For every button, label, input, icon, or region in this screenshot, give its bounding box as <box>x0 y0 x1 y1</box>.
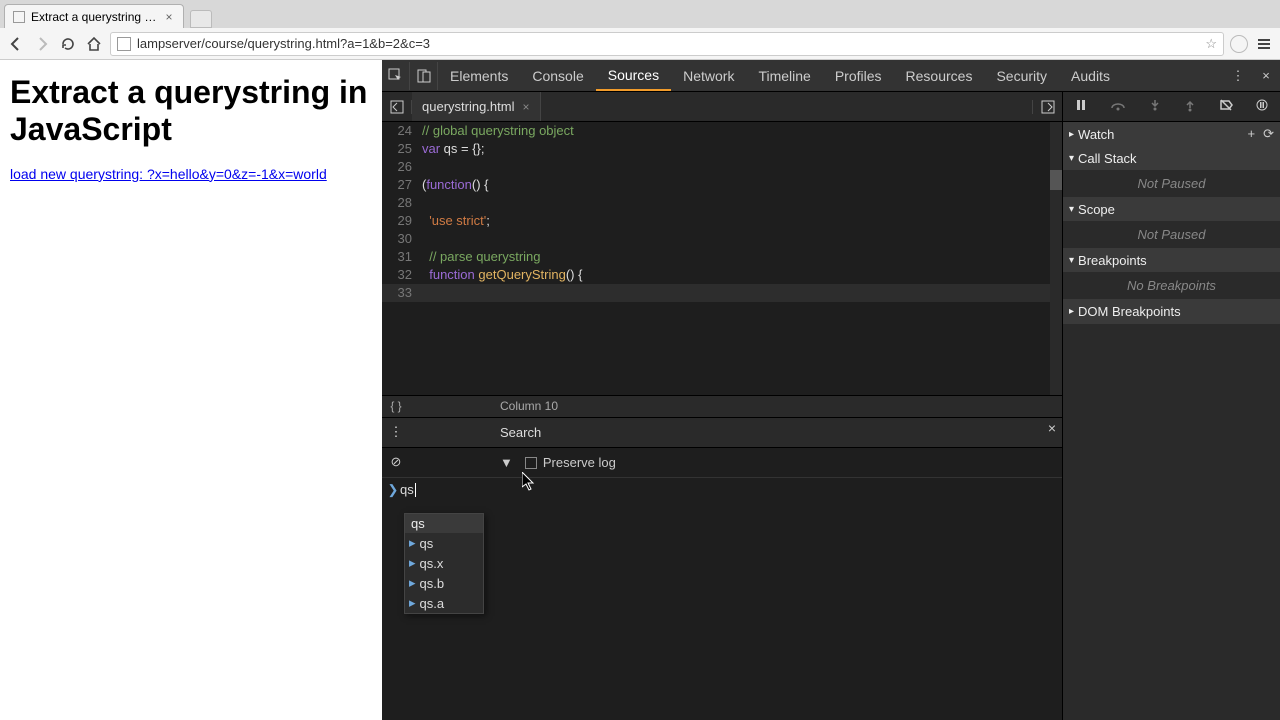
pretty-print-icon[interactable]: { } <box>382 399 410 413</box>
tab-network[interactable]: Network <box>671 60 746 91</box>
autocomplete-head: qs <box>405 514 483 533</box>
step-out-icon[interactable] <box>1183 98 1197 115</box>
tab-title: Extract a querystring in Ja <box>31 10 157 24</box>
source-file-tab[interactable]: querystring.html × <box>412 92 541 121</box>
search-close-icon[interactable]: × <box>1048 420 1056 436</box>
step-over-icon[interactable] <box>1110 98 1126 115</box>
devtools-menu-icon[interactable]: ⋮ <box>1224 68 1252 84</box>
scope-section-header[interactable]: ▾Scope <box>1063 198 1280 221</box>
filter-toggle-icon[interactable]: ▼ <box>410 455 525 470</box>
browser-toolbar: lampserver/course/querystring.html?a=1&b… <box>0 28 1280 60</box>
deactivate-breakpoints-icon[interactable] <box>1219 98 1233 115</box>
sources-pane: querystring.html × 24// global querystri… <box>382 92 1062 720</box>
tab-elements[interactable]: Elements <box>438 60 520 91</box>
navigator-toggle-icon[interactable] <box>382 100 412 114</box>
autocomplete-item[interactable]: ▸qs.x <box>405 553 483 573</box>
watch-section-header[interactable]: ▸Watch +⟳ <box>1063 122 1280 146</box>
favicon-icon <box>13 11 25 23</box>
autocomplete-item[interactable]: ▸qs <box>405 533 483 553</box>
breakpoints-section-header[interactable]: ▾Breakpoints <box>1063 249 1280 272</box>
devtools-header: Elements Console Sources Network Timelin… <box>382 60 1280 92</box>
tab-console[interactable]: Console <box>520 60 595 91</box>
menu-button[interactable] <box>1254 34 1274 54</box>
preserve-log-checkbox[interactable]: Preserve log <box>525 455 616 470</box>
browser-tab-strip: Extract a querystring in Ja × <box>0 0 1280 28</box>
callstack-body: Not Paused <box>1063 170 1280 197</box>
debugger-controls <box>1063 92 1280 122</box>
new-tab-button[interactable] <box>190 10 212 28</box>
dom-breakpoints-section-header[interactable]: ▸DOM Breakpoints <box>1063 300 1280 323</box>
tab-timeline[interactable]: Timeline <box>746 60 822 91</box>
page-link[interactable]: load new querystring: ?x=hello&y=0&z=-1&… <box>10 166 327 182</box>
back-button[interactable] <box>6 34 26 54</box>
refresh-watch-icon[interactable]: ⟳ <box>1263 126 1274 142</box>
debugger-toggle-icon[interactable] <box>1032 100 1062 114</box>
inspect-element-icon[interactable] <box>382 62 410 90</box>
console-input-text: qs <box>400 482 414 497</box>
console-drawer: ⊘ ▼ Preserve log ❯ qs <box>382 447 1062 720</box>
tab-sources[interactable]: Sources <box>596 60 671 91</box>
callstack-section-header[interactable]: ▾Call Stack <box>1063 147 1280 170</box>
autocomplete-popup[interactable]: qs ▸qs ▸qs.x ▸qs.b ▸qs.a <box>404 513 484 614</box>
source-file-name: querystring.html <box>422 99 514 114</box>
address-bar[interactable]: lampserver/course/querystring.html?a=1&b… <box>110 32 1224 56</box>
sources-tabbar: querystring.html × <box>382 92 1062 122</box>
cursor-column: Column 10 <box>410 399 558 413</box>
close-file-icon[interactable]: × <box>522 100 529 114</box>
clear-console-icon[interactable]: ⊘ <box>382 454 410 470</box>
autocomplete-item[interactable]: ▸qs.b <box>405 573 483 593</box>
devtools-close-icon[interactable]: × <box>1252 68 1280 83</box>
prompt-chevron-icon: ❯ <box>386 482 400 498</box>
tab-close-icon[interactable]: × <box>163 11 175 23</box>
reload-button[interactable] <box>58 34 78 54</box>
tab-security[interactable]: Security <box>984 60 1059 91</box>
devtools-panel: Elements Console Sources Network Timelin… <box>382 60 1280 720</box>
tab-resources[interactable]: Resources <box>894 60 985 91</box>
tab-profiles[interactable]: Profiles <box>823 60 894 91</box>
breakpoints-body: No Breakpoints <box>1063 272 1280 299</box>
forward-button[interactable] <box>32 34 52 54</box>
console-drawer-bar: ⊘ ▼ Preserve log <box>382 448 1062 478</box>
page-icon <box>117 37 131 51</box>
code-scrollbar[interactable] <box>1050 122 1062 395</box>
debugger-sidebar: ▸Watch +⟳ ▾Call Stack Not Paused ▾Scope … <box>1062 92 1280 720</box>
devtools-tabs: Elements Console Sources Network Timelin… <box>438 60 1224 91</box>
step-into-icon[interactable] <box>1148 98 1162 115</box>
editor-status-bar: { } Column 10 <box>382 395 1062 417</box>
device-mode-icon[interactable] <box>410 62 438 90</box>
home-button[interactable] <box>84 34 104 54</box>
browser-tab[interactable]: Extract a querystring in Ja × <box>4 4 184 28</box>
search-label[interactable]: Search <box>410 425 541 440</box>
code-editor[interactable]: 24// global querystring object25var qs =… <box>382 122 1062 395</box>
autocomplete-item[interactable]: ▸qs.a <box>405 593 483 613</box>
pause-icon[interactable] <box>1074 98 1088 115</box>
bookmark-star-icon[interactable]: ☆ <box>1205 36 1217 52</box>
page-heading: Extract a querystring in JavaScript <box>10 74 372 148</box>
search-row: ⋮ Search × <box>382 417 1062 447</box>
tab-audits[interactable]: Audits <box>1059 60 1122 91</box>
extension-icon[interactable] <box>1230 35 1248 53</box>
scope-body: Not Paused <box>1063 221 1280 248</box>
rendered-page: Extract a querystring in JavaScript load… <box>0 60 382 720</box>
code-scroll-thumb[interactable] <box>1050 170 1062 190</box>
console-prompt[interactable]: ❯ qs <box>386 482 416 498</box>
pause-exceptions-icon[interactable] <box>1255 98 1269 115</box>
console-body[interactable]: ❯ qs <box>382 478 1062 720</box>
url-text: lampserver/course/querystring.html?a=1&b… <box>137 36 430 51</box>
drawer-menu-icon[interactable]: ⋮ <box>382 424 410 440</box>
add-watch-icon[interactable]: + <box>1248 126 1256 142</box>
